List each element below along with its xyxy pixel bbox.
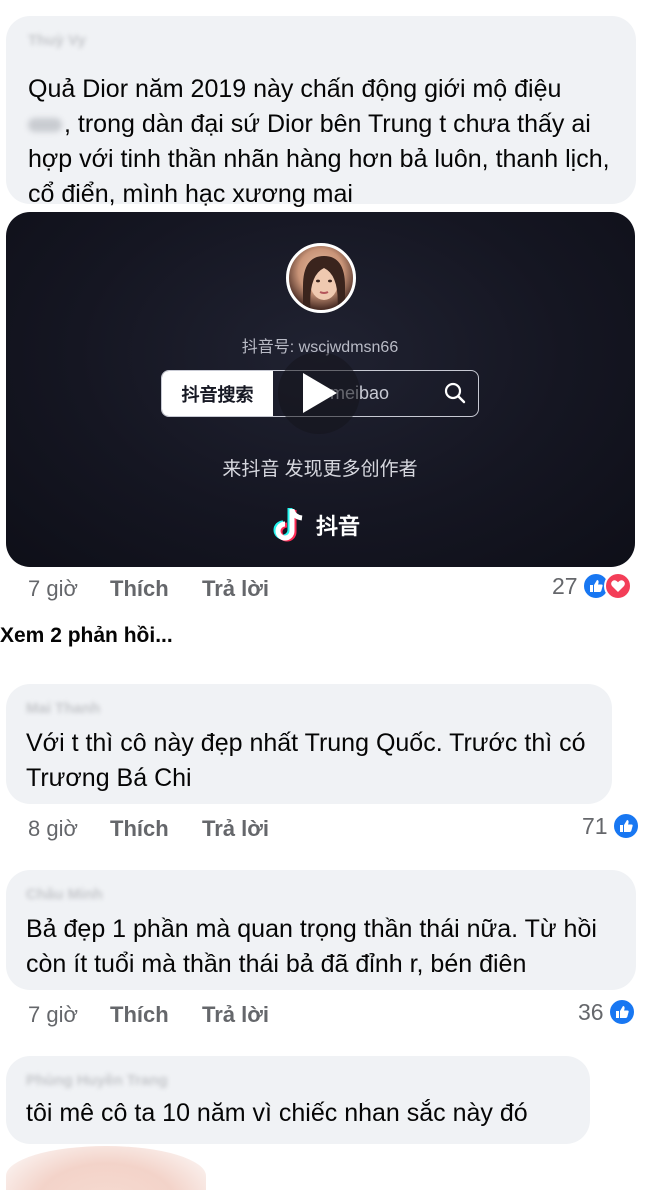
douyin-search-button[interactable]: 抖音搜索 [162, 371, 273, 416]
douyin-note-icon [273, 508, 303, 542]
douyin-brand: 抖音 [316, 514, 361, 539]
comment-bubble: Thuỳ Vy Quả Dior năm 2019 này chấn động … [6, 16, 636, 208]
like-icon [607, 998, 636, 1026]
reply-button[interactable]: Trả lời [202, 816, 269, 842]
like-button[interactable]: Thích [110, 1002, 202, 1028]
comment-time[interactable]: 7 giờ [28, 1002, 110, 1028]
reaction-count: 36 [578, 998, 604, 1025]
like-button[interactable]: Thích [110, 576, 202, 602]
comment-time[interactable]: 8 giờ [28, 816, 110, 842]
comment-bubble: Phùng Huyền Trang tôi mê cô ta 10 năm vì… [6, 1056, 590, 1144]
play-icon [303, 373, 337, 413]
reaction-summary[interactable]: 27 [552, 572, 632, 600]
comment-author[interactable]: Mai Thanh [26, 700, 100, 717]
avatar[interactable] [6, 1146, 206, 1190]
comment-author[interactable]: Phùng Huyền Trang [26, 1072, 168, 1089]
comment-bubble: Mai Thanh Với t thì cô này đẹp nhất Trun… [6, 684, 612, 804]
discover-text: 来抖音 发现更多创作者 [222, 459, 418, 480]
comment-author[interactable]: Thuỳ Vy [28, 32, 86, 49]
reaction-count: 71 [582, 812, 608, 839]
reply-button[interactable]: Trả lời [202, 1002, 269, 1028]
comment-text-line: Quả Dior năm 2019 này chấn động giới mộ … [28, 75, 562, 103]
play-button[interactable] [278, 352, 360, 434]
comment-meta: 7 giờ Thích Trả lời [28, 1002, 269, 1028]
reaction-summary[interactable]: 71 [582, 812, 640, 840]
comment-bubble: Châu Minh Bả đẹp 1 phần mà quan trọng th… [6, 870, 636, 990]
love-icon [603, 572, 632, 600]
comment-author[interactable]: Châu Minh [26, 886, 103, 903]
like-icon [611, 812, 640, 840]
reaction-count: 27 [552, 572, 578, 599]
comment-text: Quả Dior năm 2019 này chấn động giới mộ … [28, 72, 628, 212]
comment-text-rest: , trong dàn đại sứ Dior bên Trung t chưa… [28, 110, 610, 208]
creator-avatar [286, 243, 356, 313]
view-more-replies[interactable]: Xem 2 phản hồi... [0, 624, 173, 648]
comment-time[interactable]: 7 giờ [28, 576, 110, 602]
reply-button[interactable]: Trả lời [202, 576, 269, 602]
comment-meta: 7 giờ Thích Trả lời [28, 576, 269, 602]
comment-text: tôi mê cô ta 10 năm vì chiếc nhan sắc nà… [26, 1099, 528, 1127]
reaction-summary[interactable]: 36 [578, 998, 636, 1026]
search-icon[interactable] [443, 381, 467, 410]
comment-meta: 8 giờ Thích Trả lời [28, 816, 269, 842]
redacted-mention [28, 118, 62, 133]
douyin-logo: 抖音 [272, 506, 360, 544]
comment-text: Bả đẹp 1 phần mà quan trọng thần thái nữ… [26, 915, 597, 978]
like-button[interactable]: Thích [110, 816, 202, 842]
comment-text: Với t thì cô này đẹp nhất Trung Quốc. Tr… [26, 729, 586, 792]
